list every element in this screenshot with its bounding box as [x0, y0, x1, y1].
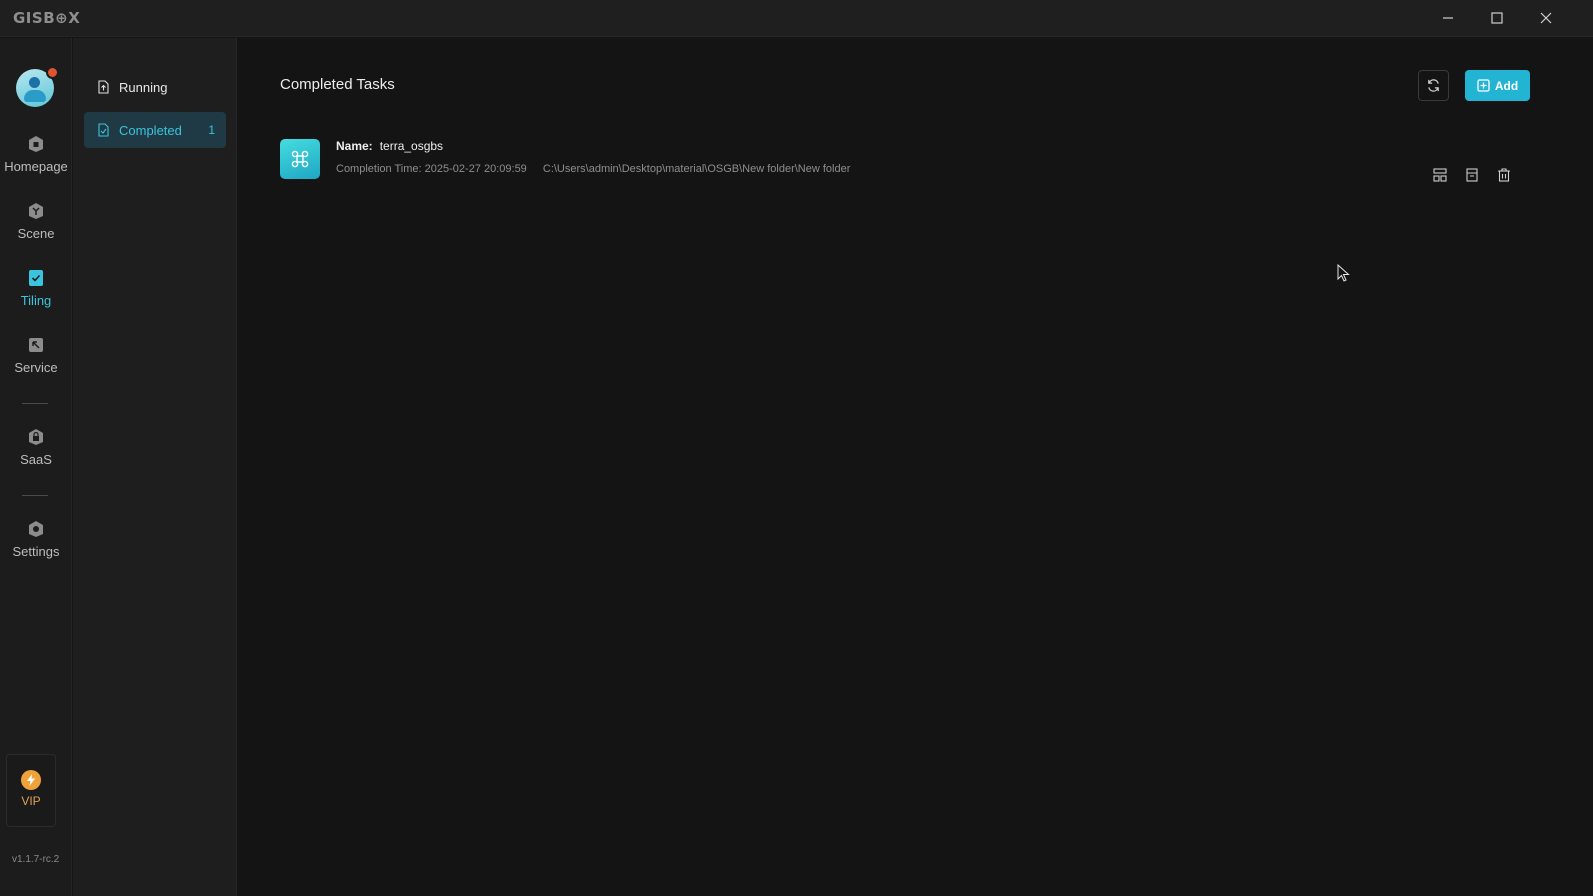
- delete-button[interactable]: [1495, 166, 1513, 184]
- add-button[interactable]: Add: [1465, 70, 1530, 101]
- subnav-label: Completed: [119, 122, 182, 138]
- rail-divider: [22, 495, 48, 496]
- upload-doc-icon: [98, 80, 109, 94]
- task-meta: Completion Time: 2025-02-27 20:09:59 C:\…: [336, 163, 850, 175]
- layout-icon: [1433, 168, 1447, 182]
- completion-time-key: Completion Time:: [336, 163, 422, 175]
- avatar[interactable]: [16, 66, 59, 107]
- notification-badge: [46, 66, 59, 79]
- page-title: Completed Tasks: [280, 76, 395, 93]
- open-folder-button[interactable]: [1463, 166, 1481, 184]
- mouse-cursor-icon: [1337, 264, 1350, 282]
- service-icon: [29, 338, 43, 352]
- nav-label: Homepage: [4, 159, 68, 174]
- nav-item-settings[interactable]: Settings: [0, 520, 72, 576]
- close-icon: [1540, 12, 1552, 24]
- completion-time-value: 2025-02-27 20:09:59: [424, 163, 527, 175]
- vip-button[interactable]: VIP: [6, 754, 56, 827]
- nav-label: Tiling: [20, 293, 52, 308]
- nav-label: Settings: [12, 544, 60, 559]
- refresh-button[interactable]: [1418, 70, 1449, 101]
- title-bar: GISB⊕X: [0, 0, 1593, 37]
- lock-icon: [29, 429, 43, 445]
- version-label: v1.1.7-rc.2: [12, 854, 60, 865]
- vip-label: VIP: [21, 794, 41, 808]
- subnav-item-running[interactable]: Running: [84, 69, 226, 105]
- preview-button[interactable]: [1431, 166, 1449, 184]
- check-doc-icon: [98, 123, 109, 137]
- nav-label: SaaS: [20, 452, 52, 467]
- nav-label: Scene: [17, 226, 55, 241]
- add-label: Add: [1494, 78, 1519, 93]
- rail-divider: [22, 403, 48, 404]
- task-row[interactable]: Name: terra_osgbs Completion Time: 2025-0…: [280, 136, 1540, 186]
- home-icon: [29, 136, 43, 152]
- bolt-icon: [21, 770, 41, 790]
- task-actions: [1431, 166, 1513, 184]
- nav-item-saas[interactable]: SaaS: [0, 428, 72, 484]
- task-type-icon: [280, 139, 320, 179]
- main-content: Completed Tasks Add Name: terra_osgbs Com…: [238, 38, 1593, 896]
- maximize-button[interactable]: [1477, 4, 1517, 32]
- minimize-button[interactable]: [1428, 4, 1468, 32]
- task-name: Name: terra_osgbs: [336, 139, 443, 153]
- task-path: C:\Users\admin\Desktop\material\OSGB\New…: [542, 163, 851, 175]
- close-button[interactable]: [1526, 4, 1566, 32]
- nav-item-homepage[interactable]: Homepage: [0, 135, 72, 191]
- nav-item-service[interactable]: Service: [0, 336, 72, 392]
- task-name-key: Name:: [336, 139, 373, 153]
- scene-icon: [29, 203, 43, 219]
- gear-icon: [29, 521, 43, 537]
- trash-icon: [1498, 168, 1510, 182]
- task-name-value: terra_osgbs: [379, 139, 444, 153]
- document-icon: [1466, 168, 1478, 182]
- subnav-label: Running: [119, 79, 168, 95]
- minimize-icon: [1443, 17, 1453, 19]
- nav-item-scene[interactable]: Scene: [0, 202, 72, 258]
- refresh-icon: [1428, 79, 1439, 92]
- subnav-item-completed[interactable]: Completed 1: [84, 112, 226, 148]
- left-rail: Homepage Scene Tiling Service SaaS Setti…: [0, 38, 72, 896]
- app-logo: GISB⊕X: [13, 9, 81, 27]
- nav-label: Service: [14, 360, 58, 375]
- task-subnav: Running Completed 1: [73, 38, 237, 896]
- tiling-icon: [29, 270, 43, 286]
- nav-item-tiling[interactable]: Tiling: [0, 269, 72, 325]
- completed-count: 1: [208, 123, 215, 137]
- maximize-icon: [1491, 12, 1503, 24]
- add-icon: [1477, 79, 1490, 92]
